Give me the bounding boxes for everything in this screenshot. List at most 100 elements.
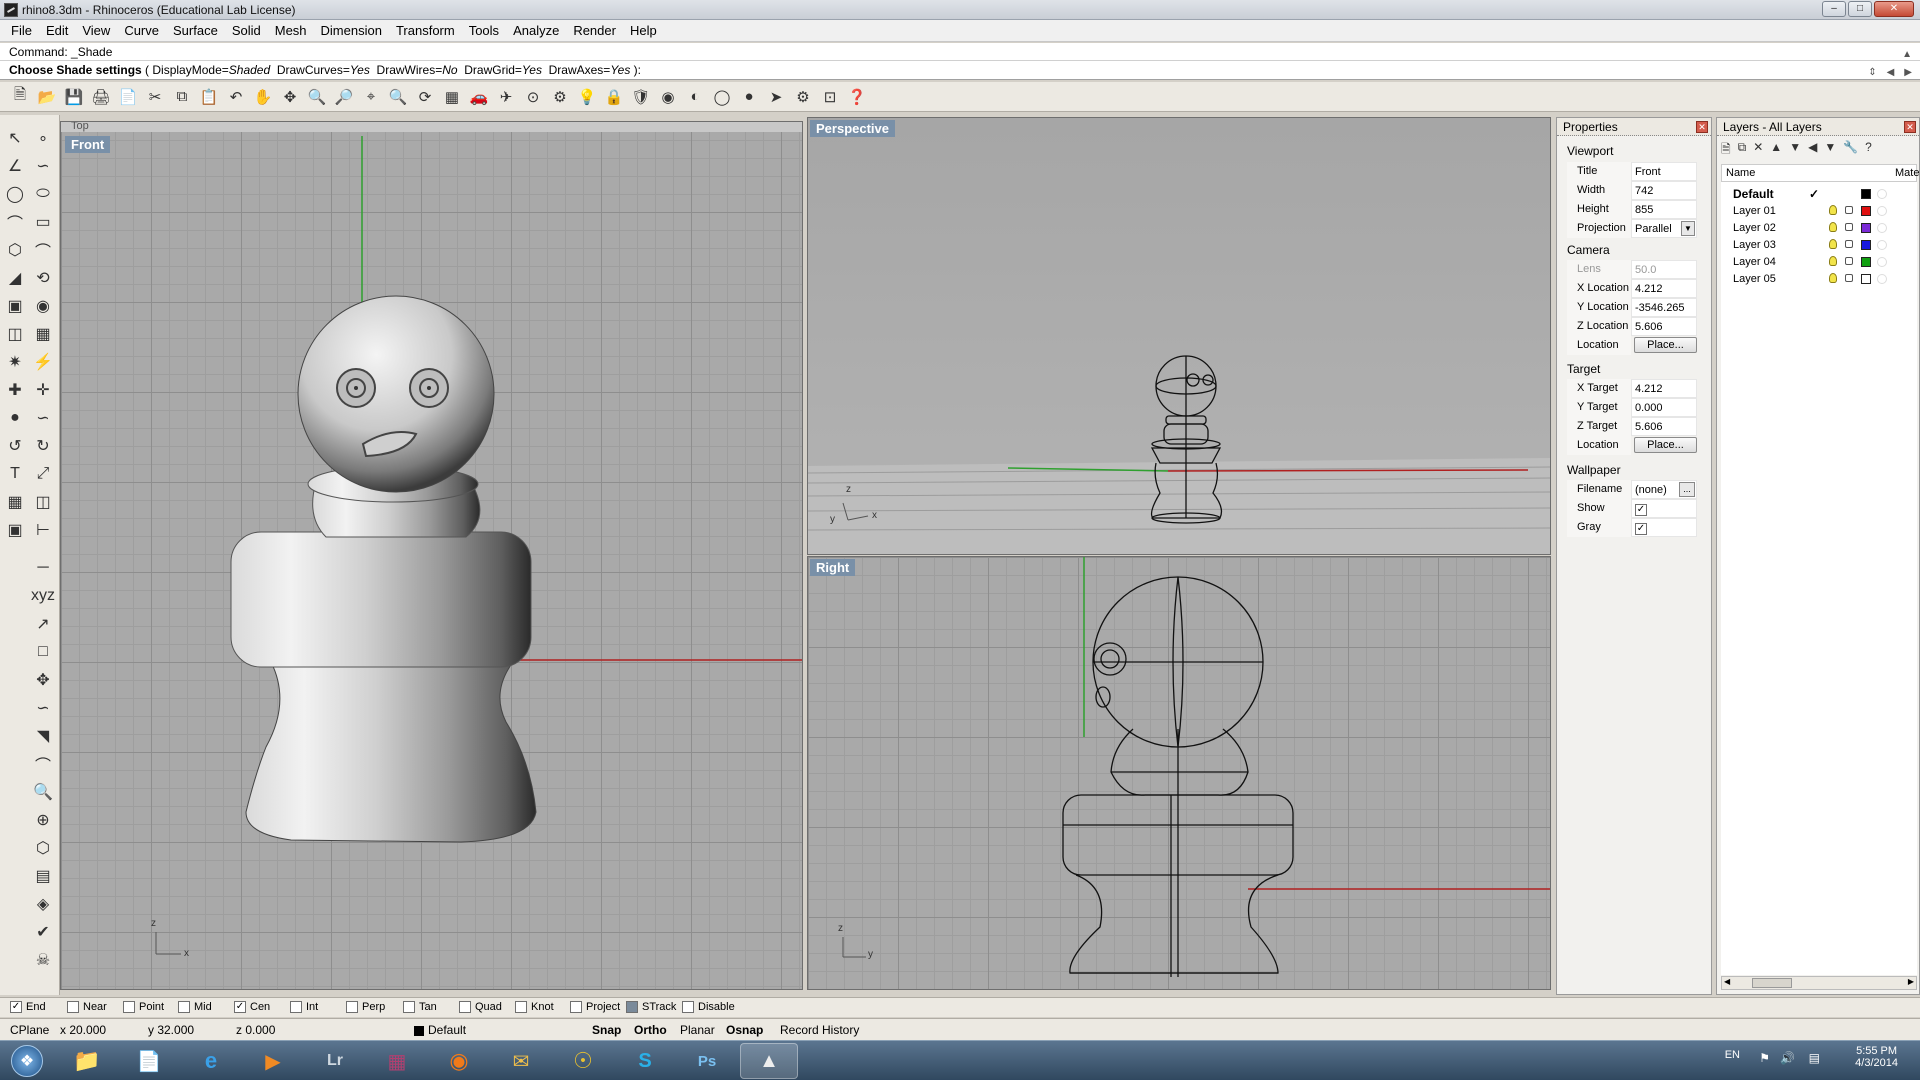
minimize-button[interactable]: –: [1822, 1, 1846, 17]
new-layer-icon[interactable]: 🗎: [1721, 140, 1731, 161]
line-tool-icon[interactable]: ─: [30, 555, 56, 581]
layer-row-default[interactable]: Default ✓: [1733, 186, 1920, 203]
taskbar-outlook[interactable]: ✉: [492, 1043, 550, 1079]
rotate-view-icon[interactable]: ✥: [278, 85, 302, 109]
osnap-mid[interactable]: Mid: [178, 1001, 212, 1013]
layer-row-03[interactable]: Layer 03: [1733, 237, 1920, 254]
network-icon[interactable]: ▤: [1809, 1051, 1820, 1065]
osnap-end[interactable]: ✓ End: [10, 1001, 46, 1013]
options-gear-icon[interactable]: ⚙: [791, 85, 815, 109]
lightbulb-on-icon[interactable]: [1829, 273, 1837, 283]
layers-help-icon[interactable]: ?: [1865, 140, 1872, 161]
surface-icon[interactable]: ◢: [2, 265, 28, 291]
draft-angle-icon[interactable]: ◈: [30, 891, 56, 917]
osnap-near[interactable]: Near: [67, 1001, 107, 1013]
curve-icon[interactable]: ∽: [30, 153, 56, 179]
dimension-tool-icon[interactable]: ⊢: [30, 517, 56, 543]
print-icon[interactable]: 🖨: [89, 85, 113, 109]
perspective-viewport-label[interactable]: Perspective: [810, 120, 895, 137]
layer-color-swatch[interactable]: [1861, 274, 1871, 284]
curve-edit-icon[interactable]: ⌒: [30, 751, 56, 777]
taskbar-ie[interactable]: e: [182, 1043, 240, 1079]
taskbar-rhino[interactable]: ▲: [740, 1043, 798, 1079]
taskbar-media[interactable]: ▶: [244, 1043, 302, 1079]
plane-icon[interactable]: ✈: [494, 85, 518, 109]
trim-icon[interactable]: ⚡: [30, 349, 56, 375]
dimension-icon[interactable]: ⊡: [818, 85, 842, 109]
osnap-perp[interactable]: Perp: [346, 1001, 385, 1013]
delete-layer-icon[interactable]: ✕: [1753, 140, 1763, 161]
scale-icon[interactable]: ⤢: [30, 461, 56, 487]
ungroup-icon[interactable]: ∽: [30, 405, 56, 431]
status-planar[interactable]: Planar: [680, 1023, 715, 1037]
unlock-icon[interactable]: [1845, 223, 1853, 231]
unlock-icon[interactable]: [1845, 206, 1853, 214]
array-icon[interactable]: ▦: [2, 489, 28, 515]
lightbulb-on-icon[interactable]: [1829, 222, 1837, 232]
osnap-cen[interactable]: ✓ Cen: [234, 1001, 270, 1013]
properties-icon[interactable]: ⚙: [548, 85, 572, 109]
osnap-strack[interactable]: STrack: [626, 1001, 676, 1013]
option-drawwires[interactable]: DrawWires=No: [377, 63, 458, 77]
zoom-window-icon[interactable]: 🔎: [332, 85, 356, 109]
lightbulb-icon[interactable]: 💡: [575, 85, 599, 109]
join-icon[interactable]: ✛: [30, 377, 56, 403]
polyline-icon[interactable]: ∠: [2, 153, 28, 179]
lightbulb-on-icon[interactable]: [1829, 256, 1837, 266]
xyz-icon[interactable]: xyz: [30, 583, 56, 609]
unlock-icon[interactable]: [1845, 274, 1853, 282]
unlock-icon[interactable]: [1845, 240, 1853, 248]
taskbar-photoshop[interactable]: Ps: [678, 1043, 736, 1079]
right-viewport-label[interactable]: Right: [810, 559, 856, 576]
lightbulb-on-icon[interactable]: [1829, 205, 1837, 215]
import-icon[interactable]: 📄: [116, 85, 140, 109]
taskbar-firefox[interactable]: ◉: [430, 1043, 488, 1079]
option-drawaxes[interactable]: DrawAxes=Yes: [549, 63, 631, 77]
group-icon[interactable]: ●: [2, 405, 28, 431]
spotlight-icon[interactable]: ➤: [764, 85, 788, 109]
option-displaymode[interactable]: DisplayMode=Shaded: [152, 63, 270, 77]
show-checkbox[interactable]: ✓: [1635, 504, 1647, 516]
next-arrow-icon[interactable]: ▶: [1904, 63, 1912, 82]
copy-icon[interactable]: ⧉: [170, 85, 194, 109]
point-icon[interactable]: ⊙: [521, 85, 545, 109]
taskbar-skype[interactable]: S: [616, 1043, 674, 1079]
prop-row-x-target[interactable]: X Target 4.212: [1567, 379, 1697, 398]
scroll-thumb[interactable]: [1752, 978, 1792, 988]
point-tool-icon[interactable]: ∘: [30, 125, 56, 151]
rendered-sphere-icon[interactable]: ◯: [710, 85, 734, 109]
filter-icon[interactable]: ▼: [1824, 140, 1836, 161]
bounding-box-icon[interactable]: □: [30, 639, 56, 665]
taskbar-explorer[interactable]: 📁: [58, 1043, 116, 1079]
layer-color-swatch[interactable]: [1861, 240, 1871, 250]
prop-row-filename[interactable]: Filename (none)...: [1567, 480, 1697, 499]
mesh-icon[interactable]: ▦: [30, 321, 56, 347]
material-circle-icon[interactable]: [1877, 274, 1887, 284]
prop-row-y-location[interactable]: Y Location -3546.265: [1567, 298, 1697, 317]
prop-row-height[interactable]: Height 855: [1567, 200, 1697, 219]
car-icon[interactable]: 🚗: [467, 85, 491, 109]
command-prompt-line[interactable]: Choose Shade settings ( DisplayMode=Shad…: [0, 61, 1920, 80]
status-layer[interactable]: Default: [428, 1023, 466, 1037]
copy-tool-icon[interactable]: ↻: [30, 433, 56, 459]
option-drawcurves[interactable]: DrawCurves=Yes: [277, 63, 370, 77]
close-button[interactable]: ✕: [1874, 1, 1914, 17]
box-icon[interactable]: ▣: [2, 293, 28, 319]
shaded-sphere-icon[interactable]: ◐: [683, 85, 707, 109]
status-cplane[interactable]: CPlane: [10, 1023, 49, 1037]
split-icon[interactable]: ✚: [2, 377, 28, 403]
front-viewport[interactable]: Top Front z x: [60, 121, 803, 990]
menu-surface[interactable]: Surface: [166, 23, 225, 38]
front-viewport-label[interactable]: Front: [65, 136, 111, 153]
pan-hand-icon[interactable]: ✋: [251, 85, 275, 109]
skull-icon[interactable]: ☠: [30, 947, 56, 973]
taskbar-winrar[interactable]: ▦: [368, 1043, 426, 1079]
status-snap[interactable]: Snap: [592, 1023, 621, 1037]
col-name[interactable]: Name: [1726, 167, 1755, 179]
rhino-app-icon[interactable]: [4, 2, 18, 17]
layer-color-swatch[interactable]: [1861, 257, 1871, 267]
layer-color-swatch[interactable]: [1861, 223, 1871, 233]
dropdown-arrow-icon[interactable]: ▼: [1681, 221, 1695, 236]
osnap-disable[interactable]: Disable: [682, 1001, 735, 1013]
text-icon[interactable]: T: [2, 461, 28, 487]
